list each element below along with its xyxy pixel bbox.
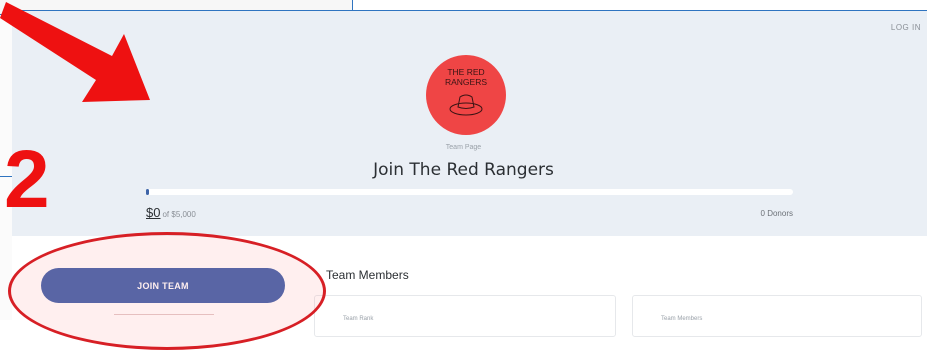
team-rank-label: Team Rank [343, 316, 374, 322]
team-logo: THE RED RANGERS [426, 55, 506, 135]
page-type-label: Team Page [445, 144, 482, 151]
amount-raised: $0 of $5,000 [146, 205, 196, 220]
team-logo-line-1: THE RED [447, 67, 485, 77]
team-members-card: Team Members [632, 295, 922, 337]
goal-amount: of $5,000 [162, 210, 196, 219]
raised-amount: $0 [146, 205, 161, 220]
team-rank-card: Team Rank [314, 295, 616, 337]
annotation-arrow-icon [0, 2, 150, 102]
team-logo-line-2: RANGERS [444, 77, 488, 87]
page-title: Join The Red Rangers [373, 160, 554, 180]
fundraising-progress-fill [146, 189, 150, 195]
annotation-step-number: 2 [4, 134, 50, 225]
login-link[interactable]: LOG IN [891, 23, 921, 32]
ranger-hat-icon [449, 94, 483, 116]
donor-count: 0 Donors [760, 209, 793, 218]
team-members-label: Team Members [661, 316, 703, 322]
annotation-highlight-ellipse [8, 232, 326, 350]
team-logo-text: THE RED RANGERS [426, 67, 506, 87]
team-members-heading: Team Members [326, 268, 409, 282]
fundraising-progress-bar [146, 189, 793, 195]
